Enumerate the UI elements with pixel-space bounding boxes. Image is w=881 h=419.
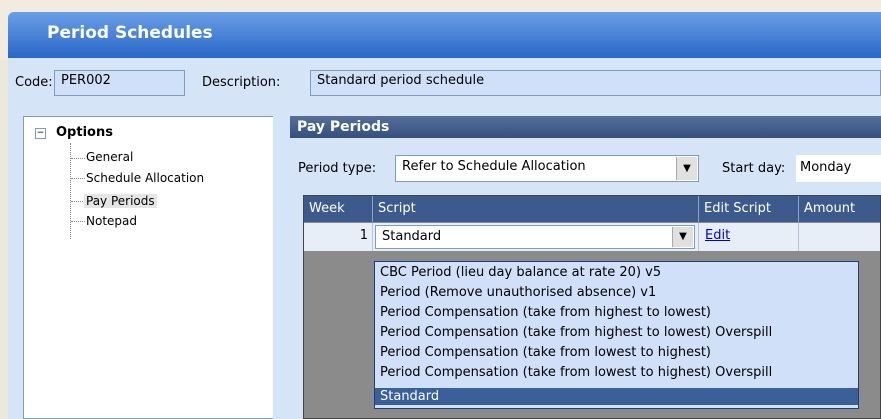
- script-cell[interactable]: Standard ▼: [373, 223, 699, 251]
- dropdown-option[interactable]: CBC Period (lieu day balance at rate 20)…: [375, 264, 858, 281]
- tree-connector: [71, 201, 85, 202]
- script-select[interactable]: Standard ▼: [375, 225, 695, 249]
- period-type-select[interactable]: Refer to Schedule Allocation ▼: [395, 155, 699, 182]
- panel-title: Pay Periods: [290, 116, 881, 138]
- column-header-week[interactable]: Week: [304, 196, 373, 222]
- dropdown-option[interactable]: Period (Remove unauthorised absence) v1: [375, 284, 858, 301]
- week-cell: 1: [304, 223, 373, 251]
- column-header-amount[interactable]: Amount: [799, 196, 881, 222]
- dropdown-option[interactable]: Period Compensation (take from highest t…: [375, 304, 858, 321]
- tree-item-notepad[interactable]: Notepad: [86, 214, 137, 228]
- chevron-down-icon[interactable]: ▼: [672, 227, 693, 247]
- collapse-icon[interactable]: −: [35, 128, 46, 139]
- description-field[interactable]: Standard period schedule: [310, 70, 881, 96]
- tree-connector: [71, 178, 85, 179]
- options-tree: − Options General Schedule Allocation Pa…: [23, 116, 273, 419]
- script-value: Standard: [382, 229, 442, 244]
- script-dropdown-list: CBC Period (lieu day balance at rate 20)…: [374, 261, 859, 409]
- dropdown-option-selected[interactable]: Standard: [375, 388, 858, 405]
- dropdown-option[interactable]: Period Compensation (take from lowest to…: [375, 344, 858, 361]
- dropdown-option[interactable]: Period Compensation (take from lowest to…: [375, 364, 858, 381]
- tree-item-schedule-allocation[interactable]: Schedule Allocation: [86, 171, 204, 185]
- start-day-field[interactable]: Monday: [796, 155, 881, 182]
- column-header-edit-script[interactable]: Edit Script: [699, 196, 799, 222]
- period-type-value: Refer to Schedule Allocation: [402, 159, 586, 174]
- code-field[interactable]: PER002: [54, 70, 185, 96]
- tree-item-pay-periods[interactable]: Pay Periods: [84, 194, 157, 208]
- dropdown-option[interactable]: Period Compensation (take from highest t…: [375, 324, 858, 341]
- chevron-down-icon[interactable]: ▼: [676, 157, 697, 180]
- tree-connector: [71, 158, 85, 159]
- window-title: Period Schedules: [47, 23, 213, 43]
- start-day-label: Start day:: [722, 161, 786, 176]
- tree-item-general[interactable]: General: [86, 150, 133, 164]
- description-label: Description:: [202, 75, 281, 90]
- edit-script-link[interactable]: Edit: [705, 228, 730, 243]
- table-row[interactable]: 1 Standard ▼ Edit: [304, 223, 880, 251]
- column-header-script[interactable]: Script: [373, 196, 699, 222]
- amount-cell[interactable]: [799, 223, 881, 251]
- tree-root-options[interactable]: Options: [56, 125, 113, 140]
- code-label: Code:: [15, 75, 53, 90]
- tree-connector: [71, 221, 85, 222]
- window-titlebar: Period Schedules: [0, 0, 881, 60]
- period-type-label: Period type:: [298, 161, 377, 176]
- grid-header: Week Script Edit Script Amount: [304, 196, 880, 222]
- edit-cell: Edit: [699, 223, 799, 251]
